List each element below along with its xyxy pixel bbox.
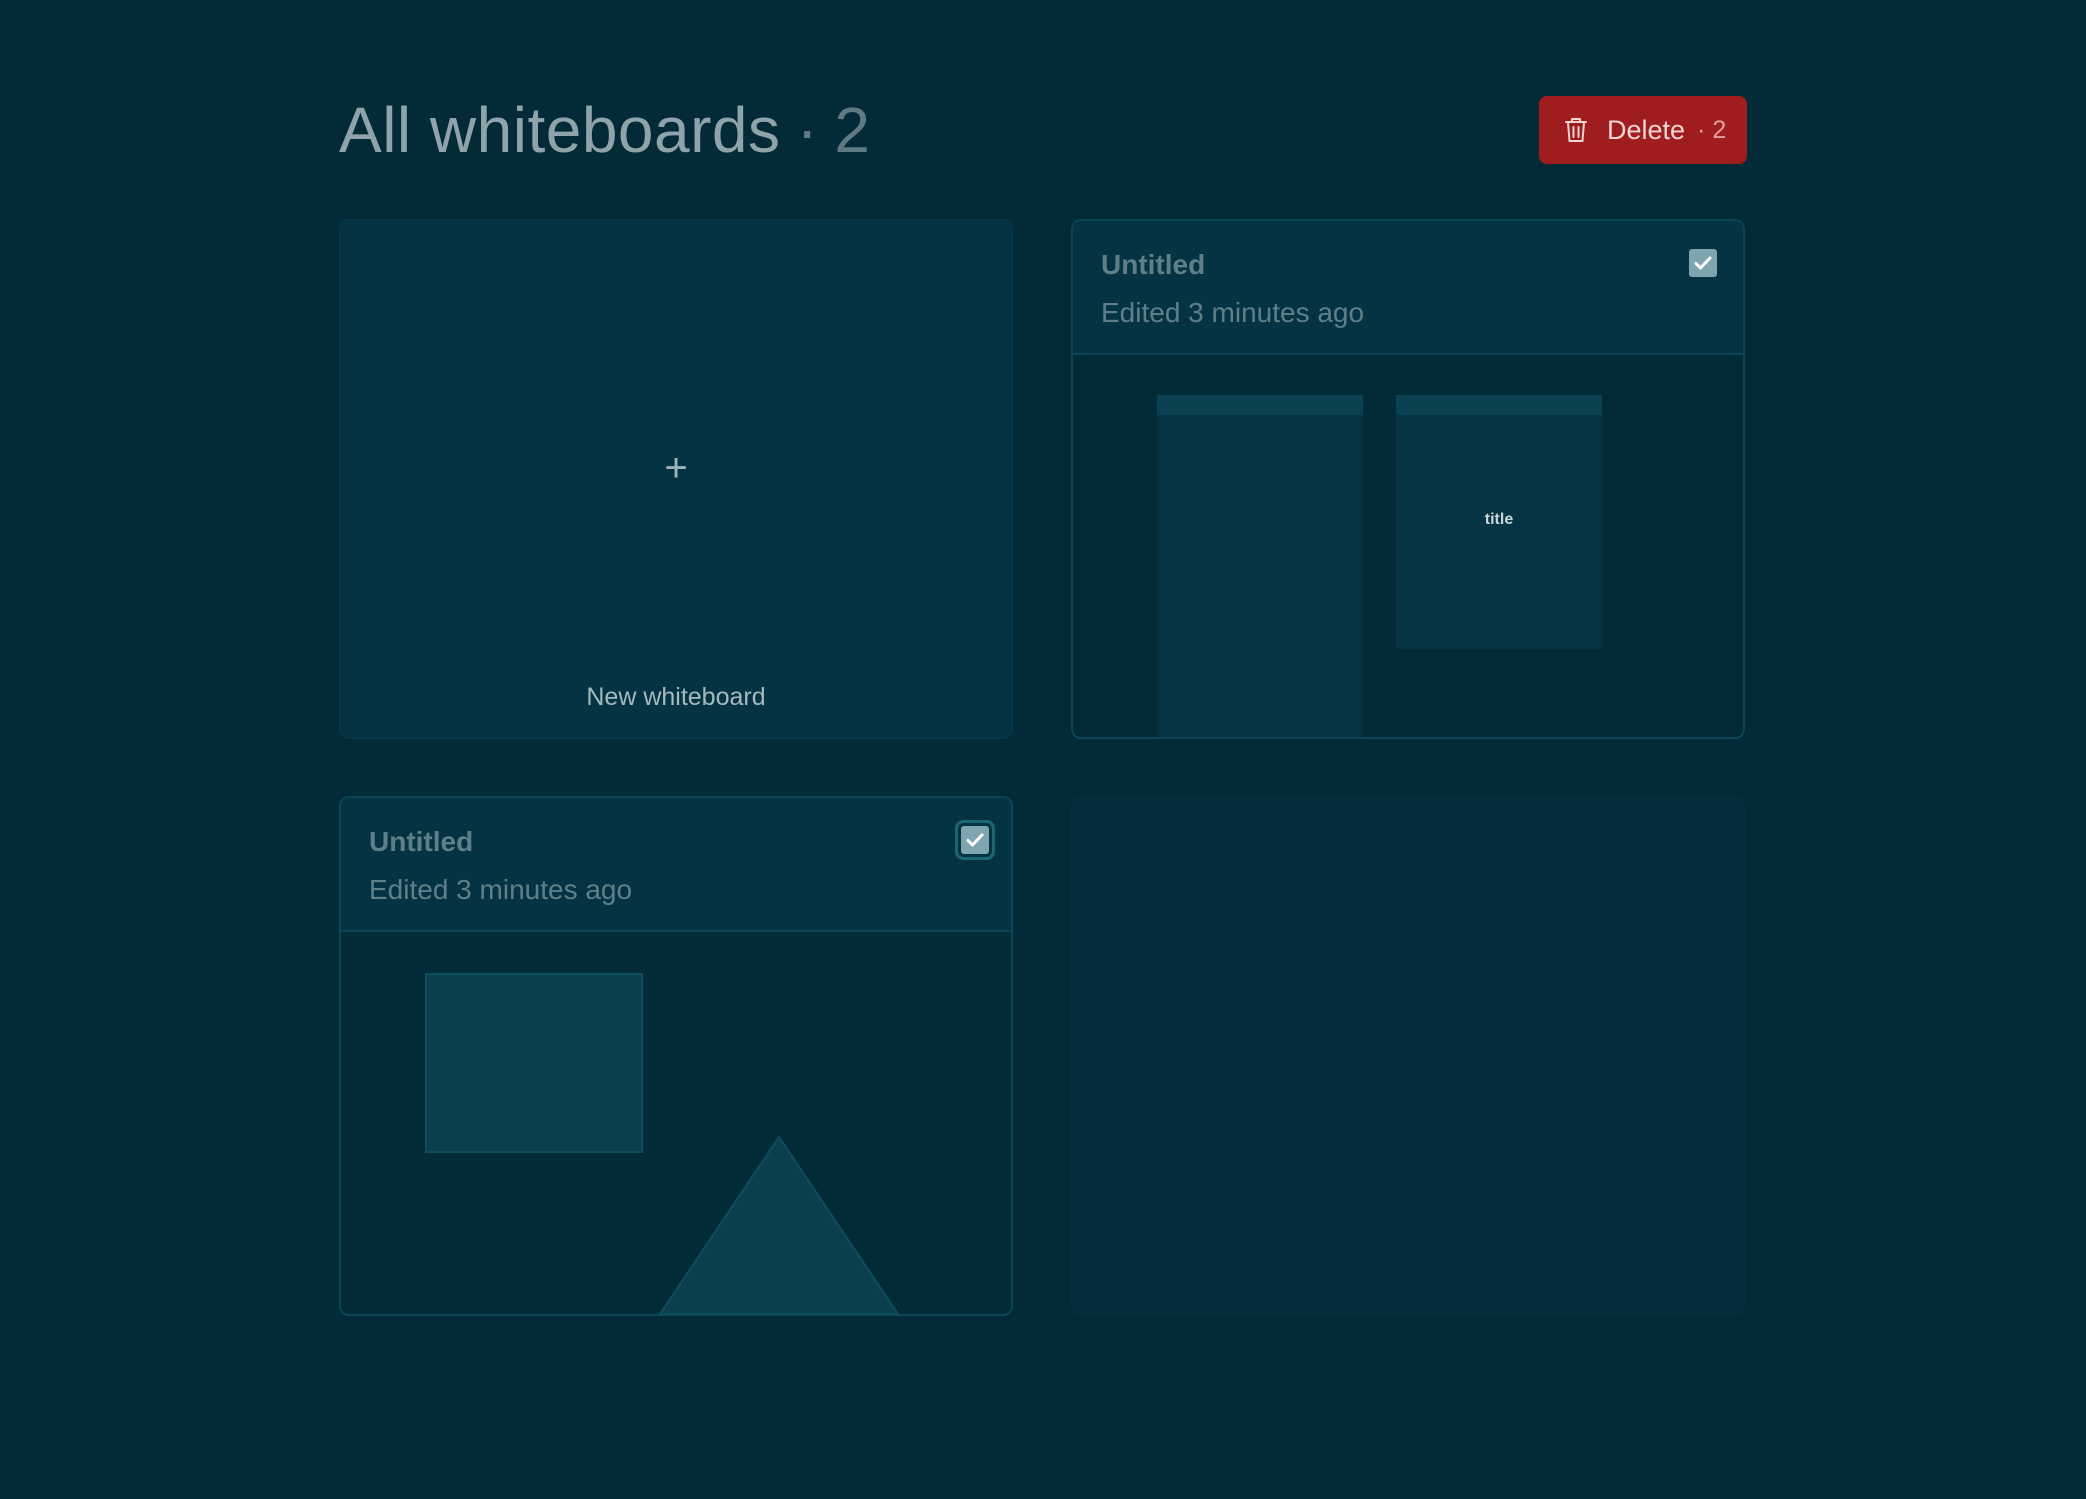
whiteboard-preview: title [1073, 355, 1743, 737]
whiteboard-card-header: Untitled Edited 3 minutes ago [1073, 221, 1743, 355]
preview-column [1157, 395, 1363, 737]
whiteboard-card[interactable]: Untitled Edited 3 minutes ago [339, 796, 1013, 1316]
title-separator: · [796, 94, 819, 166]
select-checkbox[interactable] [1689, 249, 1717, 277]
page-title-text: All whiteboards [339, 94, 781, 166]
whiteboard-preview [341, 932, 1011, 1314]
preview-column-header [1396, 395, 1602, 415]
select-checkbox[interactable] [961, 826, 989, 854]
preview-shapes [425, 973, 900, 1314]
page-title: All whiteboards · 2 [339, 96, 870, 164]
preview-column-title: title [1484, 511, 1514, 528]
delete-button[interactable]: Delete · 2 [1539, 96, 1747, 164]
new-whiteboard-card[interactable]: + New whiteboard [339, 219, 1013, 739]
empty-card-slot [1071, 796, 1745, 1316]
trash-icon [1563, 116, 1589, 144]
whiteboard-edited-time: Edited 3 minutes ago [1101, 297, 1365, 328]
whiteboards-page: All whiteboards · 2 Delete · 2 + New white… [0, 0, 2086, 1499]
whiteboard-count: 2 [834, 94, 871, 166]
whiteboard-name: Untitled [369, 826, 474, 857]
plus-icon: + [664, 446, 688, 490]
whiteboard-name: Untitled [1101, 249, 1206, 280]
page-header: All whiteboards · 2 Delete · 2 [339, 96, 1747, 164]
checkmark-icon [1694, 256, 1712, 270]
delete-label: Delete [1607, 114, 1686, 145]
whiteboard-card-header: Untitled Edited 3 minutes ago [341, 798, 1011, 932]
whiteboard-card[interactable]: Untitled Edited 3 minutes ago title [1071, 219, 1745, 739]
new-whiteboard-label: New whiteboard [586, 683, 766, 711]
preview-square-shape [425, 973, 643, 1153]
preview-column-header [1157, 395, 1363, 415]
checkmark-icon [966, 833, 984, 847]
whiteboard-edited-time: Edited 3 minutes ago [369, 874, 633, 905]
preview-column: title [1396, 395, 1602, 649]
preview-triangle-shape [658, 1135, 900, 1314]
delete-selected-count: · 2 [1697, 115, 1727, 144]
